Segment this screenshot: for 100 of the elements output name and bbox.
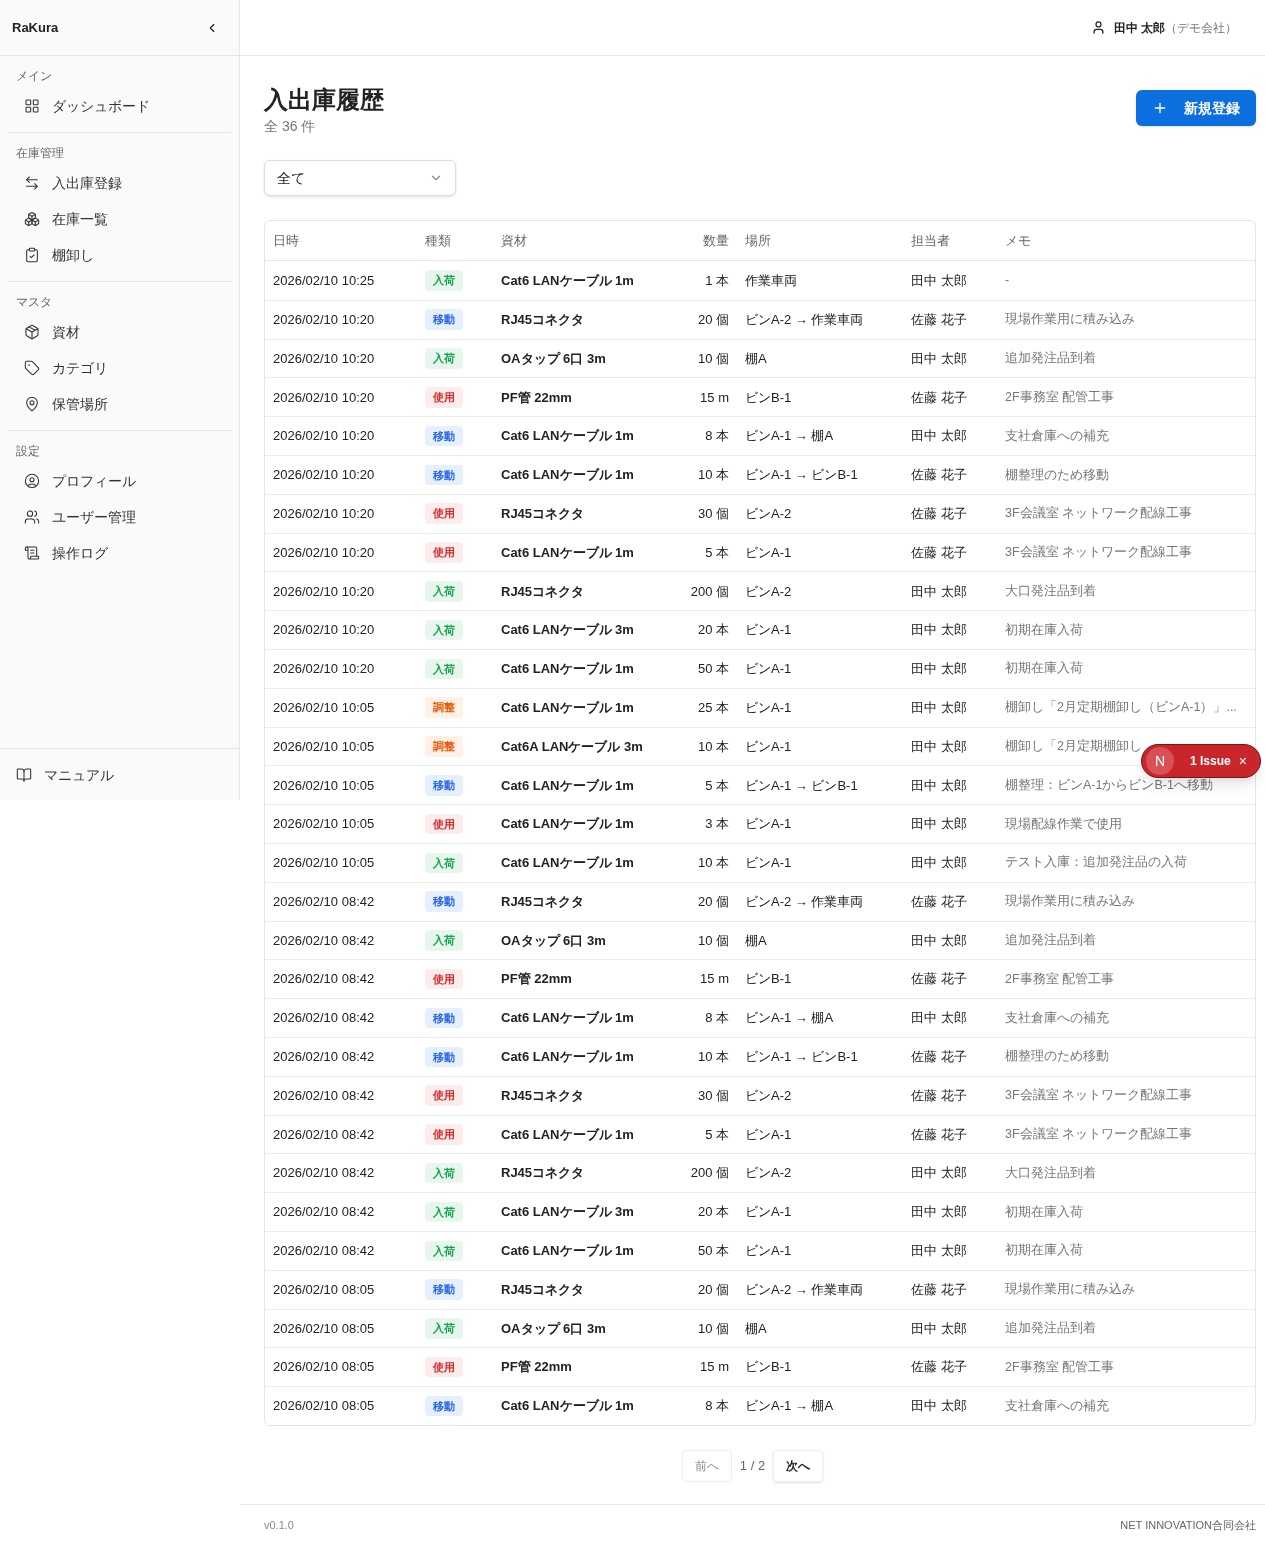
material-cell-text: PF管 22mm — [500, 1358, 573, 1377]
quantity-cell-text: 20 個 — [696, 310, 730, 329]
material-cell-text: Cat6 LANケーブル 1m — [500, 660, 635, 679]
quantity-cell-text: 20 個 — [696, 1280, 730, 1299]
person-cell-text: 田中 太郎 — [910, 698, 968, 717]
sidebar-item[interactable]: カテゴリ — [8, 350, 231, 386]
date-cell-text: 2026/02/10 10:05 — [272, 737, 376, 756]
tag-icon — [24, 360, 40, 376]
type-tag: 入荷 — [425, 658, 463, 680]
sidebar-item[interactable]: ユーザー管理 — [8, 499, 231, 535]
section-title: 在庫管理 — [15, 145, 65, 161]
location-cell-text: ビンB-1 — [744, 388, 793, 407]
person-cell-text: 佐藤 花子 — [910, 310, 968, 329]
location-cell-text: ビンB-1 — [744, 1358, 793, 1377]
package-icon — [24, 324, 40, 340]
type-tag: 入荷 — [425, 1201, 463, 1223]
issue-toast[interactable]: N 1 Issue × — [1141, 744, 1261, 778]
quantity-cell-text: 15 m — [699, 388, 730, 407]
type-tag: 使用 — [425, 969, 463, 990]
location-cell-text: ビンA-1 → ビンB-1 — [744, 466, 859, 485]
person-cell-text: 佐藤 花子 — [910, 1125, 968, 1144]
memo-cell-text: 初期在庫入荷 — [1004, 1203, 1084, 1221]
quantity-cell-text: 10 個 — [696, 931, 730, 950]
location-cell-text: ビンA-1 → 棚A — [744, 1009, 835, 1028]
memo-cell-text: 棚卸し「2月定期棚卸し（ビンA-1）」... — [1004, 699, 1238, 717]
material-cell-text: Cat6 LANケーブル 1m — [500, 854, 635, 873]
date-cell-text: 2026/02/10 10:05 — [272, 854, 376, 873]
type-tag: 調整 — [425, 736, 463, 757]
material-cell-text: Cat6 LANケーブル 1m — [500, 427, 635, 446]
person-cell-text: 佐藤 花子 — [910, 466, 968, 485]
plus-icon — [1152, 100, 1168, 116]
user-icon — [1090, 20, 1106, 35]
sidebar-item[interactable]: ダッシュボード — [8, 88, 231, 124]
memo-cell-text: - — [1004, 272, 1011, 289]
sidebar-item[interactable]: 棚卸し — [8, 237, 231, 273]
sidebar-item[interactable]: 操作ログ — [8, 535, 231, 571]
column-header: 種類 — [424, 231, 452, 250]
sidebar-item[interactable]: マニュアル — [0, 756, 130, 793]
location-cell-text: 作業車両 — [744, 271, 798, 290]
person-cell-text: 佐藤 花子 — [910, 970, 968, 989]
location-cell-text: ビンA-1 — [744, 1203, 793, 1222]
column-header: 日時 — [272, 231, 300, 250]
type-filter-select[interactable]: 全て — [264, 160, 456, 196]
date-cell-text: 2026/02/10 10:25 — [272, 271, 376, 290]
type-tag: 使用 — [425, 542, 463, 563]
quantity-cell-text: 20 本 — [696, 621, 730, 640]
person-cell-text: 田中 太郎 — [910, 737, 968, 756]
type-tag: 入荷 — [425, 1318, 463, 1339]
sidebar-item[interactable]: 在庫一覧 — [8, 201, 231, 237]
record-count: 全 36 件 — [264, 117, 317, 136]
date-cell-text: 2026/02/10 10:20 — [272, 466, 376, 485]
next-page-button[interactable]: 次へ — [773, 1449, 824, 1482]
date-cell-text: 2026/02/10 08:42 — [272, 931, 376, 950]
type-tag: 使用 — [425, 1356, 463, 1378]
date-cell-text: 2026/02/10 10:20 — [272, 543, 376, 562]
sidebar-item[interactable]: プロフィール — [8, 463, 231, 499]
section-title: メイン — [15, 68, 53, 84]
material-cell-text: Cat6 LANケーブル 1m — [500, 1009, 635, 1028]
person-cell-text: 田中 太郎 — [910, 427, 968, 446]
type-tag: 使用 — [425, 1085, 463, 1106]
sidebar-item[interactable]: 保管場所 — [8, 386, 231, 422]
location-cell-text: ビンA-1 — [744, 543, 793, 562]
date-cell-text: 2026/02/10 08:42 — [272, 1086, 376, 1105]
date-cell-text: 2026/02/10 10:05 — [272, 815, 376, 834]
location-cell-text: ビンA-1 — [744, 737, 793, 756]
material-cell-text: RJ45コネクタ — [500, 504, 586, 523]
type-tag: 調整 — [425, 697, 463, 718]
new-entry-button[interactable]: 新規登録 — [1136, 90, 1256, 126]
memo-cell-text: 棚整理のため移動 — [1004, 466, 1110, 484]
sidebar-item[interactable]: 資材 — [8, 314, 231, 350]
memo-cell-text: 支社倉庫への補充 — [1004, 1397, 1110, 1415]
quantity-cell-text: 15 m — [699, 970, 730, 989]
quantity-cell-text: 25 本 — [696, 698, 730, 717]
type-tag: 入荷 — [425, 581, 463, 602]
date-cell-text: 2026/02/10 08:42 — [272, 892, 376, 911]
page-indicator: 1 / 2 — [739, 1457, 766, 1476]
location-cell-text: ビンA-1 — [744, 621, 793, 640]
date-cell-text: 2026/02/10 10:20 — [272, 621, 376, 640]
sidebar-item[interactable]: 入出庫登録 — [8, 165, 231, 201]
close-icon[interactable]: × — [1238, 751, 1247, 771]
user-circle-icon — [24, 473, 40, 489]
quantity-cell-text: 200 個 — [689, 1164, 730, 1183]
location-cell-text: ビンA-1 — [744, 815, 793, 834]
material-cell-text: RJ45コネクタ — [500, 310, 586, 329]
memo-cell-text: 支社倉庫への補充 — [1004, 1009, 1110, 1027]
type-tag: 入荷 — [425, 1240, 463, 1262]
location-cell-text: ビンB-1 — [744, 970, 793, 989]
memo-cell-text: 棚卸し「2月定期棚卸し — [1004, 738, 1143, 756]
date-cell-text: 2026/02/10 08:42 — [272, 1048, 376, 1067]
date-cell-text: 2026/02/10 10:20 — [272, 388, 376, 407]
memo-cell-text: 現場配線作業で使用 — [1004, 815, 1123, 833]
material-cell-text: RJ45コネクタ — [500, 892, 586, 911]
material-cell-text: Cat6 LANケーブル 1m — [500, 1048, 635, 1067]
quantity-cell-text: 5 本 — [704, 776, 730, 795]
memo-cell-text: 3F会議室 ネットワーク配線工事 — [1004, 1126, 1194, 1144]
material-cell-text: Cat6 LANケーブル 3m — [500, 621, 635, 640]
material-cell-text: Cat6 LANケーブル 1m — [500, 776, 635, 795]
type-tag: 移動 — [425, 1279, 463, 1300]
location-cell-text: ビンA-2 — [744, 582, 793, 601]
memo-cell-text: 3F会議室 ネットワーク配線工事 — [1004, 544, 1194, 562]
